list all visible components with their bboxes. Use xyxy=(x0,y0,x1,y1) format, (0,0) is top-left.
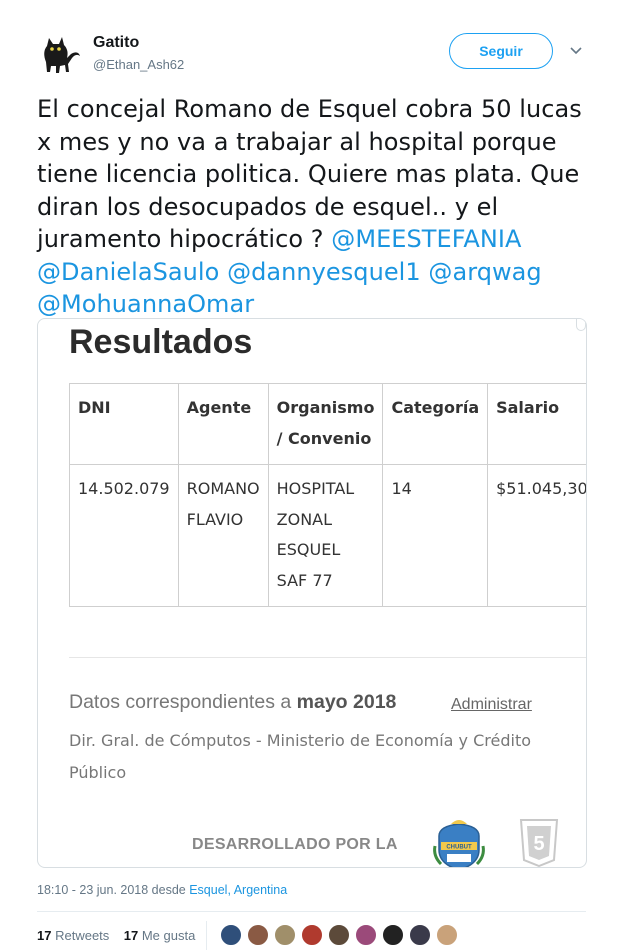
mention-link[interactable]: @arqwag xyxy=(428,258,541,286)
html5-label: 5 xyxy=(533,833,544,855)
data-period: Datos correspondientes a mayo 2018 xyxy=(69,691,396,714)
column-header-organismo: Organismo / Convenio xyxy=(267,383,384,465)
cell-line: HOSPITAL xyxy=(276,479,355,498)
mentions-line: @DanielaSaulo @dannyesquel1 @arqwag xyxy=(37,256,597,289)
liker-avatar-4[interactable] xyxy=(301,924,323,946)
mention-link[interactable]: @dannyesquel1 xyxy=(227,258,421,286)
timestamp-text[interactable]: 18:10 - 23 jun. 2018 desde xyxy=(37,883,189,897)
follow-button[interactable]: Seguir xyxy=(449,33,553,69)
divider xyxy=(69,657,586,658)
directorate-text: Dir. Gral. de Cómputos - Ministerio de E… xyxy=(69,731,531,782)
cell-organismo: HOSPITAL ZONAL ESQUEL SAF 77 xyxy=(267,464,384,607)
likers-avatars xyxy=(220,924,463,948)
html5-icon: 5 xyxy=(519,819,559,867)
liker-avatar-9[interactable] xyxy=(436,924,458,946)
results-table: DNI Agente Organismo / Convenio Categoría… xyxy=(69,383,586,607)
divider xyxy=(37,911,586,912)
liker-avatar-6[interactable] xyxy=(355,924,377,946)
tweet-timestamp: 18:10 - 23 jun. 2018 desde Esquel, Argen… xyxy=(37,883,287,897)
likes-label: Me gusta xyxy=(141,928,196,943)
cell-line: ESQUEL xyxy=(276,540,341,559)
data-period-value: mayo 2018 xyxy=(296,691,397,713)
divider xyxy=(206,921,207,950)
liker-avatar-3[interactable] xyxy=(274,924,296,946)
cell-line: SAF 77 xyxy=(276,570,333,590)
column-header-categoria: Categoría xyxy=(382,383,489,465)
chubut-shield-logo: CHUBUT xyxy=(433,820,485,867)
likes-count: 17 xyxy=(123,928,139,943)
location-link[interactable]: Esquel, Argentina xyxy=(189,883,287,897)
mention-link[interactable]: @DanielaSaulo xyxy=(37,258,219,286)
tweet-line: El concejal Romano de Esquel cobra 50 lu… xyxy=(37,95,582,123)
liker-avatar-1[interactable] xyxy=(220,924,242,946)
attached-image-card[interactable]: Resultados DNI Agente Organismo / Conveni… xyxy=(37,318,587,868)
administrar-link[interactable]: Administrar xyxy=(451,696,532,714)
retweets-label: Retweets xyxy=(55,928,110,943)
mention-link[interactable]: @MohuannaOmar xyxy=(37,290,254,318)
column-header-salario: Salario xyxy=(487,383,586,465)
header-line: / Convenio xyxy=(276,428,372,448)
user-name[interactable]: Gatito xyxy=(93,34,139,52)
shield-label: CHUBUT xyxy=(446,845,472,851)
results-title: Resultados xyxy=(69,323,253,361)
cell-agente: ROMANO FLAVIO xyxy=(177,464,269,607)
retweets-stat[interactable]: 17 Retweets xyxy=(37,928,109,943)
cell-line: ZONAL xyxy=(276,509,333,529)
liker-avatar-7[interactable] xyxy=(382,924,404,946)
tweet-line: x mes y no va a trabajar al hospital por… xyxy=(37,127,557,156)
data-period-prefix: Datos correspondientes a xyxy=(69,691,297,713)
tweet-header: Gatito @Ethan_Ash62 Seguir xyxy=(38,28,598,78)
developed-by-label: DESARROLLADO POR LA xyxy=(192,836,398,853)
mentions-line: @MohuannaOmar xyxy=(37,288,597,321)
cat-avatar[interactable] xyxy=(38,32,84,76)
column-header-agente: Agente xyxy=(177,383,269,465)
likes-stat[interactable]: 17 Me gusta xyxy=(124,928,196,943)
tweet-text: El concejal Romano de Esquel cobra 50 lu… xyxy=(37,93,597,321)
cell-line: FLAVIO xyxy=(186,509,244,529)
chevron-down-icon[interactable] xyxy=(569,44,583,58)
liker-avatar-8[interactable] xyxy=(409,924,431,946)
tweet-line: tiene licencia politica. Quiere mas plat… xyxy=(37,160,580,188)
cell-salario: $51.045,30 xyxy=(487,464,586,607)
tweet-line: diran los desocupados de esquel.. y el xyxy=(37,192,499,221)
liker-avatar-5[interactable] xyxy=(328,924,350,946)
column-header-dni: DNI xyxy=(69,383,179,465)
scrollbar-nub xyxy=(576,319,586,331)
user-handle[interactable]: @Ethan_Ash62 xyxy=(93,57,184,72)
table-row: 14.502.079 ROMANO FLAVIO HOSPITAL ZONAL ESQ… xyxy=(69,464,586,607)
tweet-stats: 17 Retweets 17 Me gusta xyxy=(37,928,195,943)
cell-dni: 14.502.079 xyxy=(69,464,179,607)
table-header-row: DNI Agente Organismo / Convenio Categoría… xyxy=(69,383,586,465)
cell-categoria: 14 xyxy=(382,464,489,607)
tweet: Gatito @Ethan_Ash62 Seguir El concejal R… xyxy=(0,0,620,950)
mention-link[interactable]: @MEESTEFANIA xyxy=(331,225,521,253)
retweets-count: 17 xyxy=(37,928,52,943)
tweet-line-with-mention: juramento hipocrático ? @MEESTEFANIA xyxy=(37,223,597,256)
cell-line: ROMANO xyxy=(186,479,260,498)
tweet-line: juramento hipocrático ? xyxy=(37,225,332,253)
header-line: Organismo xyxy=(276,398,375,417)
liker-avatar-2[interactable] xyxy=(247,924,269,946)
